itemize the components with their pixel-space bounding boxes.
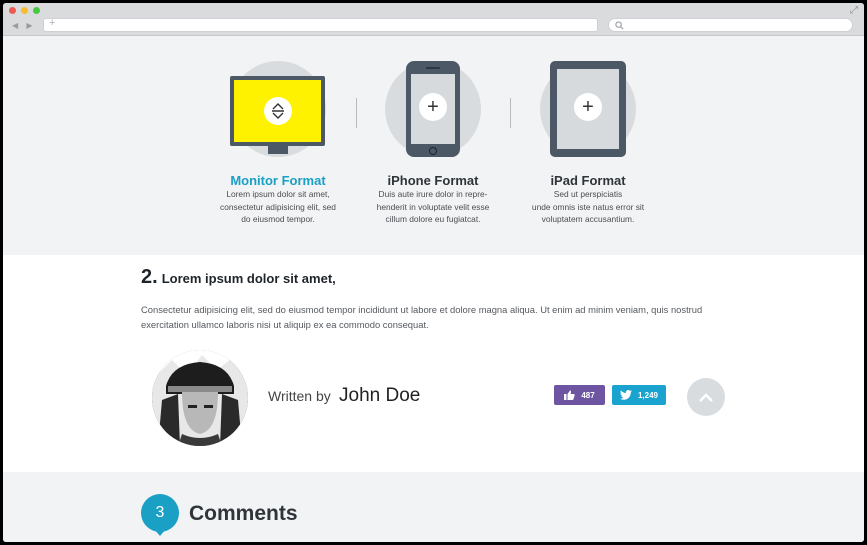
maximize-window-button[interactable] [33, 7, 40, 14]
monitor-icon [230, 76, 325, 154]
comment-count-badge: 3 [141, 494, 179, 532]
new-tab-plus-icon[interactable]: + [49, 17, 55, 29]
format-title-iphone: iPhone Format [387, 173, 479, 188]
search-icon [615, 21, 624, 30]
article-number: 2. [141, 266, 158, 288]
comments-section: 3 Comments [3, 472, 864, 542]
format-divider [510, 98, 511, 128]
twitter-bird-icon [619, 390, 632, 400]
add-icon[interactable]: + [419, 93, 447, 121]
resize-icon[interactable] [264, 97, 292, 125]
minimize-window-button[interactable] [21, 7, 28, 14]
tweet-count: 1,249 [637, 390, 659, 400]
format-title-ipad: iPad Format [550, 173, 626, 188]
article-body: Consectetur adipisicing elit, sed do eiu… [141, 304, 703, 330]
browser-toolbar: ⤢ ◀ ▶ + [3, 3, 864, 36]
expand-icon[interactable]: ⤢ [850, 5, 858, 16]
close-window-button[interactable] [9, 7, 16, 14]
formats-section: Monitor Format Lorem ipsum dolor sit ame… [3, 37, 864, 255]
add-icon[interactable]: + [574, 93, 602, 121]
article-title: Lorem ipsum dolor sit amet, [161, 271, 336, 286]
author-name[interactable]: John Doe [339, 385, 420, 407]
thumbs-up-icon [564, 390, 576, 400]
format-description-iphone: Duis aute irure dolor in repre- henderit… [376, 189, 490, 224]
comment-badge-tail [154, 529, 166, 536]
address-bar[interactable]: + [43, 17, 598, 32]
article-heading: 2. Lorem ipsum dolor sit amet, [141, 266, 336, 289]
phone-icon: + [406, 61, 460, 157]
tweet-button[interactable]: 1,249 [612, 385, 666, 405]
comments-heading: Comments [189, 502, 298, 525]
like-button[interactable]: 487 [554, 385, 605, 405]
chevron-up-icon [699, 392, 713, 402]
like-count: 487 [581, 390, 595, 400]
browser-window: ⤢ ◀ ▶ + Monitor Format Lorem ipsum dolor… [3, 3, 864, 542]
browser-search-input[interactable] [608, 18, 853, 32]
format-description-monitor: Lorem ipsum dolor sit amet, consectetur … [220, 189, 336, 224]
nav-arrows-icon[interactable]: ◀ ▶ [12, 21, 36, 30]
written-by-label: Written by [268, 388, 331, 404]
back-to-top-button[interactable] [687, 378, 725, 416]
format-divider [356, 98, 357, 128]
author-avatar [152, 350, 248, 446]
article-section: 2. Lorem ipsum dolor sit amet, Consectetu… [3, 255, 864, 472]
format-description-ipad: Sed ut perspiciatis unde omnis iste natu… [531, 189, 645, 224]
tablet-icon: + [550, 61, 626, 157]
format-title-monitor: Monitor Format [230, 173, 326, 188]
